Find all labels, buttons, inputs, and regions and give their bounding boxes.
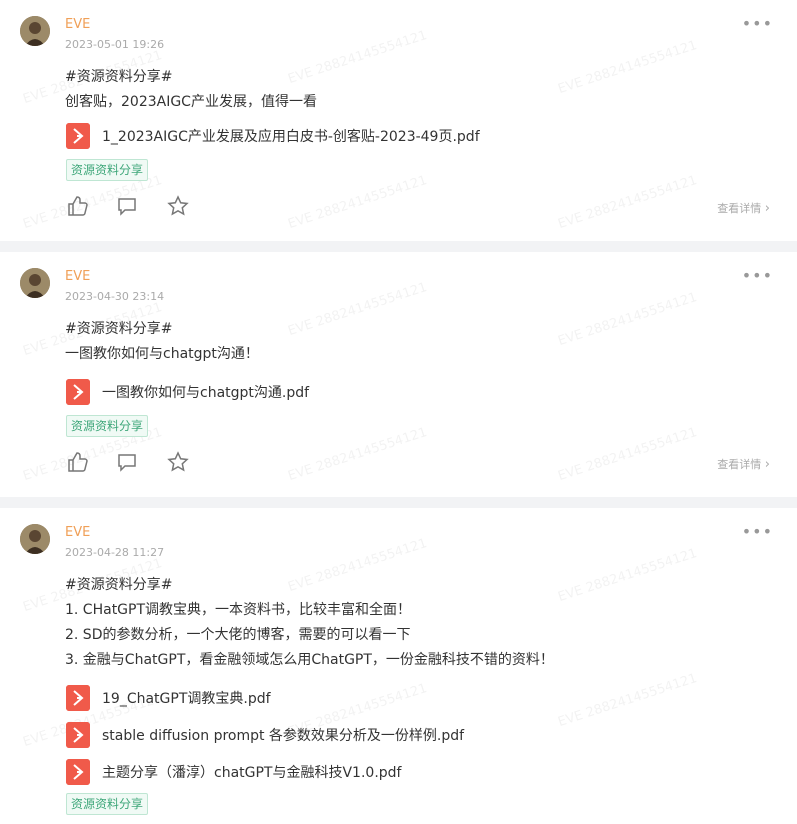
post-content: #资源资料分享# 创客贴，2023AIGC产业发展，值得一看 [65, 65, 317, 115]
watermark: EVE 28824145554121 [556, 545, 700, 606]
view-details-label: 查看详情 [717, 458, 762, 471]
comment-icon[interactable] [116, 451, 138, 473]
star-icon[interactable] [167, 451, 189, 473]
watermark: EVE 28824145554121 [556, 172, 700, 233]
chevron-right-icon: › [764, 201, 770, 216]
thumbs-up-icon[interactable] [66, 195, 88, 217]
author-name[interactable]: EVE [65, 269, 90, 284]
file-attachment[interactable]: 1_2023AIGC产业发展及应用白皮书-创客贴-2023-49页.pdf [66, 122, 480, 150]
post-hashtag[interactable]: #资源资料分享# [65, 317, 259, 342]
pdf-icon [66, 759, 90, 785]
watermark: EVE 28824145554121 [286, 424, 430, 485]
avatar[interactable] [20, 524, 50, 554]
file-attachment[interactable]: stable diffusion prompt 各参数效果分析及一份样例.pdf [66, 721, 464, 749]
watermark: EVE 28824145554121 [556, 424, 700, 485]
topic-tag[interactable]: 资源资料分享 [66, 159, 149, 181]
post-text-line: 1. CHatGPT调教宝典，一本资料书，比较丰富和全面！ [65, 602, 412, 618]
watermark: EVE 28824145554121 [556, 289, 700, 350]
file-attachment[interactable]: 一图教你如何与chatgpt沟通.pdf [66, 378, 309, 406]
watermark: EVE 28824145554121 [286, 279, 430, 340]
post-timestamp: 2023-04-30 23:14 [65, 290, 165, 303]
post-text-line: 3. 金融与ChatGPT，看金融领域怎么用ChatGPT，一份金融科技不错的资… [65, 652, 554, 668]
view-details-link[interactable]: 查看详情 › [717, 200, 770, 216]
file-name: 19_ChatGPT调教宝典.pdf [102, 691, 271, 707]
watermark: EVE 28824145554121 [21, 172, 165, 233]
file-attachment[interactable]: 主题分享（潘淳）chatGPT与金融科技V1.0.pdf [66, 758, 401, 786]
post-content: #资源资料分享# 1. CHatGPT调教宝典，一本资料书，比较丰富和全面！ 2… [65, 573, 554, 673]
file-name: 一图教你如何与chatgpt沟通.pdf [102, 385, 310, 401]
pdf-icon [66, 379, 90, 405]
post-content: #资源资料分享# 一图教你如何与chatgpt沟通！ [65, 317, 259, 367]
watermark: EVE 28824145554121 [286, 172, 430, 233]
post-timestamp: 2023-04-28 11:27 [65, 546, 165, 559]
more-dots-icon[interactable]: ••• [742, 16, 773, 32]
author-name[interactable]: EVE [65, 17, 90, 32]
post-card: EVE 28824145554121 EVE 28824145554121 EV… [0, 508, 797, 824]
comment-icon[interactable] [116, 195, 138, 217]
watermark: EVE 28824145554121 [556, 37, 700, 98]
thumbs-up-icon[interactable] [66, 451, 88, 473]
post-hashtag[interactable]: #资源资料分享# [65, 573, 554, 598]
post-text-line: 2. SD的参数分析，一个大佬的博客，需要的可以看一下 [65, 627, 411, 643]
file-name: 主题分享（潘淳）chatGPT与金融科技V1.0.pdf [102, 765, 402, 781]
more-dots-icon[interactable]: ••• [742, 524, 773, 540]
topic-tag[interactable]: 资源资料分享 [66, 793, 149, 815]
more-dots-icon[interactable]: ••• [742, 268, 773, 284]
topic-tag[interactable]: 资源资料分享 [66, 415, 149, 437]
post-card: EVE 28824145554121 EVE 28824145554121 EV… [0, 252, 797, 497]
post-timestamp: 2023-05-01 19:26 [65, 38, 165, 51]
file-name: 1_2023AIGC产业发展及应用白皮书-创客贴-2023-49页.pdf [102, 129, 480, 145]
post-card: EVE 28824145554121 EVE 28824145554121 EV… [0, 0, 797, 241]
post-feed: EVE 28824145554121 EVE 28824145554121 EV… [0, 0, 797, 824]
view-details-label: 查看详情 [717, 202, 762, 215]
avatar[interactable] [20, 268, 50, 298]
post-text: 创客贴，2023AIGC产业发展，值得一看 [65, 94, 317, 110]
post-text: 一图教你如何与chatgpt沟通！ [65, 346, 259, 362]
post-hashtag[interactable]: #资源资料分享# [65, 65, 317, 90]
file-attachment[interactable]: 19_ChatGPT调教宝典.pdf [66, 684, 271, 712]
pdf-icon [66, 685, 90, 711]
chevron-right-icon: › [764, 457, 770, 472]
watermark: EVE 28824145554121 [556, 670, 700, 731]
pdf-icon [66, 123, 90, 149]
star-icon[interactable] [167, 195, 189, 217]
pdf-icon [66, 722, 90, 748]
avatar[interactable] [20, 16, 50, 46]
author-name[interactable]: EVE [65, 525, 90, 540]
view-details-link[interactable]: 查看详情 › [717, 456, 770, 472]
file-name: stable diffusion prompt 各参数效果分析及一份样例.pdf [102, 728, 465, 744]
